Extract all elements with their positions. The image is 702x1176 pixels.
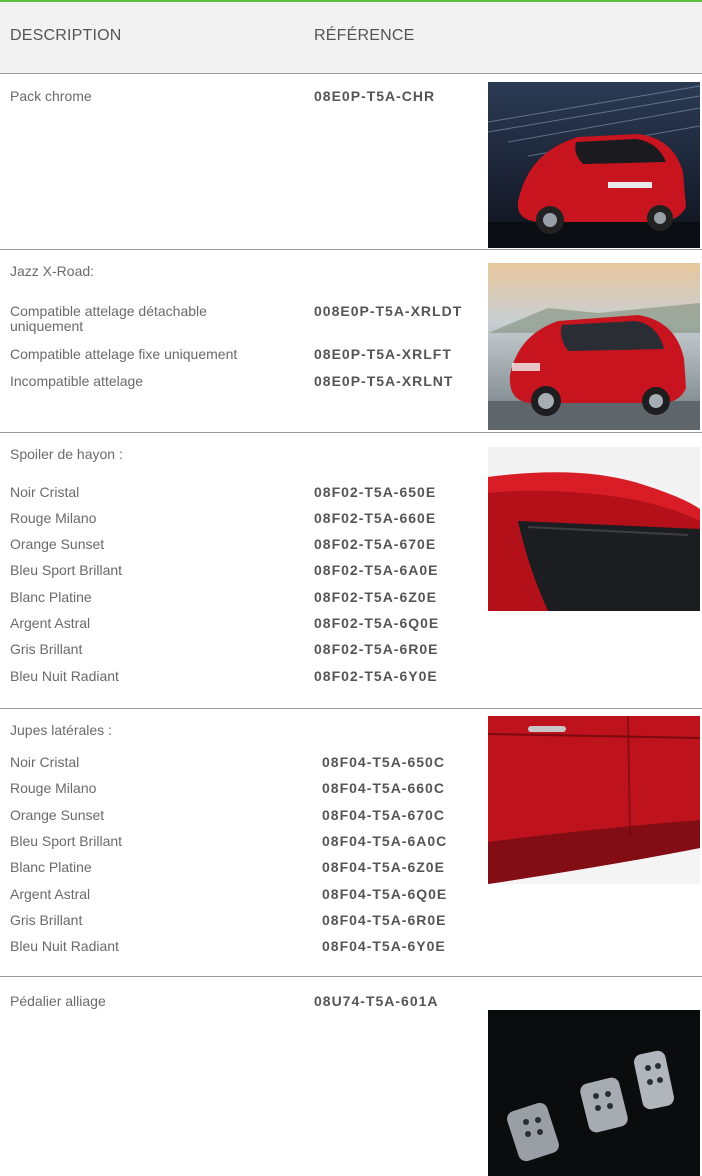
row-label: Rouge Milano: [10, 510, 97, 526]
item-reference: 08F02-T5A-6Q0E: [314, 615, 440, 631]
row-label: Compatible attelage détachable uniquemen…: [10, 303, 207, 334]
item-reference: 08F04-T5A-6R0E: [322, 912, 447, 928]
alloy-pedals-photo: [488, 1010, 700, 1176]
item-reference: 08E0P-T5A-CHR: [314, 88, 436, 104]
row-label: Bleu Sport Brillant: [10, 833, 123, 849]
row-label: Compatible attelage fixe uniquement: [10, 346, 238, 362]
row-label: Orange Sunset: [10, 807, 105, 823]
item-reference: 08F04-T5A-660C: [322, 780, 445, 796]
item-reference: 08F02-T5A-6R0E: [314, 641, 439, 657]
side-skirt-photo: [488, 716, 700, 884]
item-title: Pack chrome: [10, 88, 92, 104]
item-reference: 08F02-T5A-6Y0E: [314, 668, 438, 684]
item-reference: 08F02-T5A-660E: [314, 510, 437, 526]
table-row-jazz-x-road: Jazz X-Road: Compatible attelage détacha…: [0, 250, 702, 432]
row-label: Bleu Nuit Radiant: [10, 668, 119, 684]
item-title: Jazz X-Road:: [10, 263, 95, 279]
tailgate-spoiler-photo: [488, 447, 700, 611]
table-row-pack-chrome: Pack chrome 08E0P-T5A-CHR: [0, 74, 702, 248]
header-reference: RÉFÉRENCE: [314, 27, 415, 44]
table-row-alloy-pedals: Pédalier alliage 08U74-T5A-601A: [0, 977, 702, 1176]
row-label: Argent Astral: [10, 615, 91, 631]
item-reference: 008E0P-T5A-XRLDT: [314, 303, 463, 319]
red-hatchback-rear-photo: [488, 82, 700, 248]
item-reference: 08F04-T5A-650C: [322, 754, 445, 770]
item-reference: 08F02-T5A-670E: [314, 536, 437, 552]
row-label: Orange Sunset: [10, 536, 105, 552]
item-title: Spoiler de hayon :: [10, 446, 123, 462]
item-reference: 08F02-T5A-6Z0E: [314, 589, 437, 605]
item-reference: 08E0P-T5A-XRLFT: [314, 346, 452, 362]
row-label: Bleu Sport Brillant: [10, 562, 123, 578]
item-reference: 08F02-T5A-650E: [314, 484, 437, 500]
row-label: Rouge Milano: [10, 780, 97, 796]
table-row-spoiler: Spoiler de hayon : Noir Cristal 08F02-T5…: [0, 433, 702, 693]
item-reference: 08F04-T5A-6Z0E: [322, 859, 445, 875]
item-reference: 08F04-T5A-6A0C: [322, 833, 448, 849]
item-title: Jupes latérales :: [10, 722, 112, 738]
table-row-side-skirts: Jupes latérales : Noir Cristal 08F04-T5A…: [0, 709, 702, 954]
red-crossover-front-photo: [488, 263, 700, 430]
row-label: Noir Cristal: [10, 484, 80, 500]
row-label: Blanc Platine: [10, 589, 92, 605]
item-title: Pédalier alliage: [10, 993, 106, 1009]
item-reference: 08E0P-T5A-XRLNT: [314, 373, 454, 389]
row-label: Bleu Nuit Radiant: [10, 938, 119, 954]
table-header: DESCRIPTION RÉFÉRENCE: [0, 2, 702, 73]
item-reference: 08F04-T5A-670C: [322, 807, 445, 823]
header-description: DESCRIPTION: [10, 27, 122, 44]
item-reference: 08U74-T5A-601A: [314, 993, 439, 1009]
row-label: Incompatible attelage: [10, 373, 144, 389]
item-reference: 08F04-T5A-6Y0E: [322, 938, 446, 954]
row-label: Noir Cristal: [10, 754, 80, 770]
item-reference: 08F04-T5A-6Q0E: [322, 886, 448, 902]
row-label: Gris Brillant: [10, 912, 83, 928]
item-reference: 08F02-T5A-6A0E: [314, 562, 439, 578]
row-label: Gris Brillant: [10, 641, 83, 657]
row-label: Argent Astral: [10, 886, 91, 902]
row-label: Blanc Platine: [10, 859, 92, 875]
